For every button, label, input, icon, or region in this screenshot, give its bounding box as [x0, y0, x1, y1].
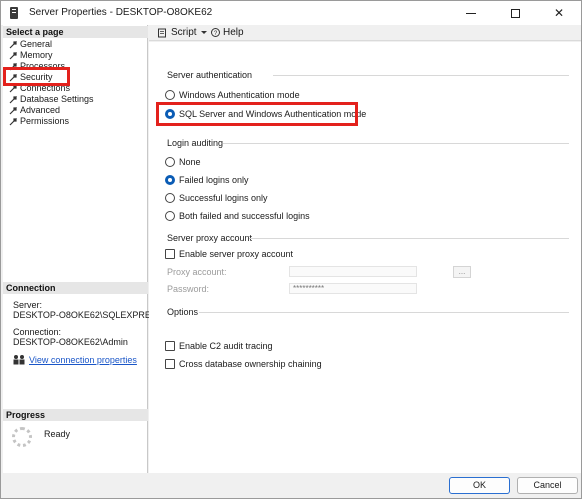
- page-item-label: Processors: [20, 61, 66, 71]
- page-item-label: Connections: [20, 83, 71, 93]
- connection-header: Connection: [3, 282, 148, 294]
- radio-button[interactable]: [165, 157, 175, 167]
- wrench-icon: [9, 63, 17, 71]
- divider: [223, 143, 569, 144]
- script-label: Script: [171, 27, 197, 38]
- page-list: General Memory Processors Security Conne…: [7, 39, 145, 127]
- page-item-advanced[interactable]: Advanced: [7, 105, 145, 116]
- audit-both-label: Both failed and successful logins: [179, 211, 310, 221]
- divider: [249, 238, 569, 239]
- windows-auth-mode-radio[interactable]: Windows Authentication mode: [165, 89, 300, 101]
- password-label: Password:: [167, 284, 210, 294]
- server-proxy-account-header: Server proxy account: [167, 233, 253, 243]
- ok-button[interactable]: OK: [449, 477, 510, 494]
- wrench-icon: [9, 74, 17, 82]
- page-item-database-settings[interactable]: Database Settings: [7, 94, 145, 105]
- divider: [273, 75, 569, 76]
- connection-label: Connection:: [13, 327, 62, 337]
- audit-failed-only-radio[interactable]: Failed logins only: [165, 174, 249, 186]
- connection-value: DESKTOP-O8OKE62\Admin: [13, 337, 128, 347]
- enable-proxy-account-label: Enable server proxy account: [179, 249, 294, 259]
- help-button[interactable]: ? Help: [211, 27, 244, 38]
- help-icon: ?: [211, 28, 220, 37]
- proxy-account-field[interactable]: [289, 266, 417, 277]
- minimize-button[interactable]: [449, 1, 493, 25]
- close-button[interactable]: ✕: [537, 1, 581, 25]
- radio-button[interactable]: [165, 193, 175, 203]
- wrench-icon: [9, 96, 17, 104]
- browse-proxy-account-button[interactable]: ...: [453, 266, 471, 278]
- audit-successful-only-label: Successful logins only: [179, 193, 268, 203]
- wrench-icon: [9, 52, 17, 60]
- wrench-icon: [9, 85, 17, 93]
- checkbox[interactable]: [165, 359, 175, 369]
- toolbar: Script ? Help: [149, 25, 581, 41]
- page-item-memory[interactable]: Memory: [7, 50, 145, 61]
- page-item-label: Permissions: [20, 116, 70, 126]
- windows-auth-mode-label: Windows Authentication mode: [179, 90, 300, 100]
- audit-both-radio[interactable]: Both failed and successful logins: [165, 210, 310, 222]
- wrench-icon: [9, 118, 17, 126]
- server-app-icon: [10, 7, 18, 19]
- password-field[interactable]: **********: [289, 283, 417, 294]
- window-title: Server Properties - DESKTOP-O8OKE62: [29, 7, 213, 18]
- audit-successful-only-radio[interactable]: Successful logins only: [165, 192, 268, 204]
- enable-proxy-account-checkbox[interactable]: Enable server proxy account: [165, 248, 293, 260]
- login-auditing-header: Login auditing: [167, 138, 224, 148]
- page-item-label: Advanced: [20, 105, 61, 115]
- progress-status: Ready: [44, 429, 71, 439]
- radio-button[interactable]: [165, 90, 175, 100]
- progress-header: Progress: [3, 409, 148, 421]
- script-icon: [158, 28, 166, 37]
- server-label: Server:: [13, 300, 43, 310]
- c2-audit-checkbox[interactable]: Enable C2 audit tracing: [165, 340, 273, 352]
- radio-button-checked[interactable]: [165, 175, 175, 185]
- page-item-general[interactable]: General: [7, 39, 145, 50]
- wrench-icon: [9, 107, 17, 115]
- title-bar: Server Properties - DESKTOP-O8OKE62 ✕: [1, 1, 581, 25]
- maximize-icon: [510, 8, 520, 18]
- page-item-label: Security: [20, 72, 53, 82]
- script-button[interactable]: Script: [157, 27, 197, 38]
- proxy-account-label: Proxy account:: [167, 267, 227, 277]
- cancel-button[interactable]: Cancel: [517, 477, 578, 494]
- progress-spinner-icon: [12, 427, 32, 447]
- help-label: Help: [223, 27, 244, 38]
- close-icon: ✕: [553, 6, 565, 20]
- maximize-button[interactable]: [493, 1, 537, 25]
- page-item-label: Memory: [20, 50, 53, 60]
- page-item-security[interactable]: Security: [7, 72, 145, 83]
- select-page-header: Select a page: [3, 26, 148, 38]
- options-header: Options: [167, 307, 199, 317]
- sql-and-windows-auth-mode-label: SQL Server and Windows Authentication mo…: [179, 109, 367, 119]
- page-item-connections[interactable]: Connections: [7, 83, 145, 94]
- server-value: DESKTOP-O8OKE62\SQLEXPRESS: [13, 310, 163, 320]
- people-icon: [13, 355, 25, 365]
- audit-none-label: None: [179, 157, 201, 167]
- audit-none-radio[interactable]: None: [165, 156, 201, 168]
- page-item-permissions[interactable]: Permissions: [7, 116, 145, 127]
- cross-db-ownership-label: Cross database ownership chaining: [179, 359, 322, 369]
- minimize-icon: [466, 12, 476, 14]
- page-item-processors[interactable]: Processors: [7, 61, 145, 72]
- checkbox[interactable]: [165, 341, 175, 351]
- audit-failed-only-label: Failed logins only: [179, 175, 249, 185]
- sql-and-windows-auth-mode-radio[interactable]: SQL Server and Windows Authentication mo…: [165, 108, 366, 120]
- script-dropdown-icon[interactable]: [201, 31, 207, 34]
- cross-db-ownership-checkbox[interactable]: Cross database ownership chaining: [165, 358, 322, 370]
- c2-audit-label: Enable C2 audit tracing: [179, 341, 273, 351]
- view-connection-properties-link[interactable]: View connection properties: [29, 355, 137, 365]
- divider: [199, 312, 569, 313]
- page-item-label: General: [20, 39, 53, 49]
- radio-button-checked[interactable]: [165, 109, 175, 119]
- wrench-icon: [9, 41, 17, 49]
- server-authentication-header: Server authentication: [167, 70, 253, 80]
- radio-button[interactable]: [165, 211, 175, 221]
- page-item-label: Database Settings: [20, 94, 94, 104]
- left-pane: Select a page General Memory Processors …: [3, 25, 163, 473]
- server-properties-window: Server Properties - DESKTOP-O8OKE62 ✕ Se…: [0, 0, 582, 499]
- dialog-button-bar: OK Cancel: [1, 473, 581, 498]
- main-content: Server authentication Windows Authentica…: [149, 42, 581, 473]
- checkbox[interactable]: [165, 249, 175, 259]
